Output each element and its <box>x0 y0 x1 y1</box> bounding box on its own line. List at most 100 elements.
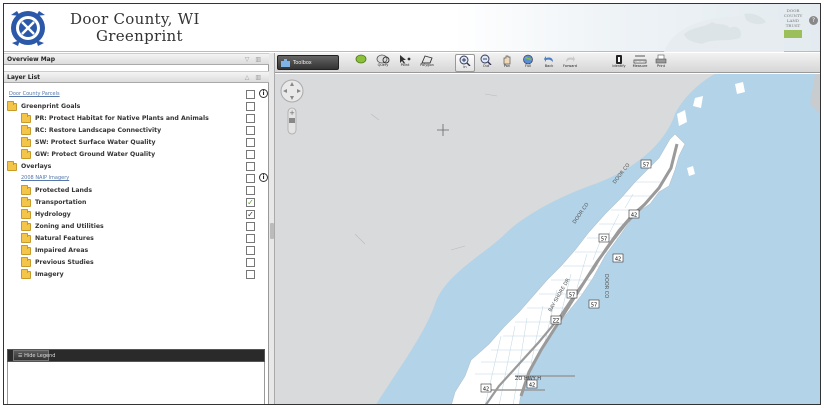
help-icon[interactable]: ? <box>809 16 818 25</box>
layer-visibility-checkbox[interactable] <box>246 126 255 135</box>
svg-text:42: 42 <box>615 257 621 263</box>
svg-text:42: 42 <box>529 383 535 389</box>
tool-label: In <box>463 65 467 69</box>
layer-label: Impaired Areas <box>35 247 89 254</box>
tool-label: Polygon <box>420 63 434 67</box>
layer-label[interactable]: Door County Parcels <box>9 91 60 97</box>
folder-icon[interactable] <box>21 113 31 123</box>
layer-visibility-checkbox[interactable] <box>246 162 255 171</box>
layer-row[interactable]: PR: Protect Habitat for Native Plants an… <box>4 113 269 125</box>
svg-text:57: 57 <box>591 303 597 309</box>
layer-row[interactable]: Zoning and Utilities <box>4 221 269 233</box>
road-shield: 57 <box>598 233 610 243</box>
layer-label[interactable]: 2008 NAIP Imagery <box>21 175 69 181</box>
overview-map-title: Overview Map <box>7 56 56 63</box>
folder-icon[interactable] <box>21 257 31 267</box>
layer-visibility-checkbox[interactable] <box>246 174 255 183</box>
folder-icon[interactable] <box>21 137 31 147</box>
identify-tool-button[interactable]: Identify <box>609 54 629 72</box>
full-tool-button[interactable]: Full <box>518 54 538 72</box>
panel-controls-icon[interactable]: △ ▥ <box>245 74 263 81</box>
back-tool-button[interactable]: Back <box>539 54 559 72</box>
road-name-label: ZO HWY H <box>515 376 541 382</box>
folder-icon[interactable] <box>21 125 31 135</box>
svg-text:ZZ: ZZ <box>553 319 560 325</box>
layer-visibility-checkbox[interactable] <box>246 222 255 231</box>
layer-visibility-checkbox[interactable] <box>246 90 255 99</box>
zoom-slider-thumb <box>289 118 295 123</box>
layer-row[interactable]: RC: Restore Landscape Connectivity <box>4 125 269 137</box>
point-tool-button[interactable]: Point <box>395 54 415 72</box>
layer-visibility-checkbox[interactable] <box>246 138 255 147</box>
app-title-line2: Greenprint <box>96 27 183 45</box>
layer-visibility-checkbox[interactable] <box>246 186 255 195</box>
layer-label: SW: Protect Surface Water Quality <box>35 139 156 146</box>
zoom-out-tool-button[interactable]: Out <box>476 54 496 72</box>
layers-tool-button[interactable] <box>351 54 371 72</box>
toolbox-icon <box>281 59 290 67</box>
toolbox-button[interactable]: Toolbox <box>277 55 339 70</box>
query-tool-button[interactable]: Query <box>373 54 393 72</box>
hide-legend-button[interactable]: ☰ Hide Legend <box>13 350 55 361</box>
layer-row[interactable]: Protected Lands <box>4 185 269 197</box>
layer-row[interactable]: Previous Studies <box>4 257 269 269</box>
tool-label: Pan <box>503 64 511 68</box>
folder-icon[interactable] <box>7 101 17 111</box>
layer-visibility-checkbox[interactable]: ✓ <box>246 198 255 207</box>
polygon-tool-button[interactable]: Polygon <box>417 54 437 72</box>
layer-visibility-checkbox[interactable] <box>246 150 255 159</box>
map-view[interactable]: 57 42 57 42 57 ZZ 57 42 42 DOOR CO BAY S… <box>275 74 820 405</box>
layer-row[interactable]: 2008 NAIP Imagery i <box>4 173 269 185</box>
layer-visibility-checkbox[interactable]: ✓ <box>246 210 255 219</box>
road-shield: 57 <box>566 289 578 299</box>
info-icon[interactable]: i <box>259 89 268 98</box>
info-icon[interactable]: i <box>259 173 268 182</box>
forward-tool-button[interactable]: Forward <box>560 54 580 72</box>
layer-label: Protected Lands <box>35 187 93 194</box>
folder-icon[interactable] <box>21 209 31 219</box>
layer-label: Transportation <box>35 199 87 206</box>
folder-icon[interactable] <box>21 221 31 231</box>
layer-row[interactable]: SW: Protect Surface Water Quality <box>4 137 269 149</box>
layer-visibility-checkbox[interactable] <box>246 102 255 111</box>
layer-visibility-checkbox[interactable] <box>246 114 255 123</box>
layer-visibility-checkbox[interactable] <box>246 246 255 255</box>
tool-label: Forward <box>562 64 578 68</box>
tool-label: Back <box>544 64 554 68</box>
layer-row[interactable]: Greenprint Goals <box>4 101 269 113</box>
pan-zoom-control[interactable]: + <box>279 78 305 138</box>
layer-visibility-checkbox[interactable] <box>246 270 255 279</box>
layer-row[interactable]: Hydrology ✓ <box>4 209 269 221</box>
folder-icon[interactable] <box>7 161 17 171</box>
folder-icon[interactable] <box>21 149 31 159</box>
folder-icon[interactable] <box>21 245 31 255</box>
globe-watermark-icon <box>664 13 784 52</box>
crosshair-cursor <box>437 124 449 136</box>
layer-list-header[interactable]: Layer List △ ▥ <box>4 71 269 83</box>
folder-icon[interactable] <box>21 197 31 207</box>
layer-row[interactable]: Impaired Areas <box>4 245 269 257</box>
splitter-grip-icon[interactable] <box>270 223 274 239</box>
layer-visibility-checkbox[interactable] <box>246 258 255 267</box>
folder-icon[interactable] <box>21 185 31 195</box>
map-canvas[interactable]: 57 42 57 42 57 ZZ 57 42 42 DOOR CO BAY S… <box>275 74 820 405</box>
left-panel: Overview Map ▽ ▥ Layer List △ ▥ Door Cou… <box>4 53 269 404</box>
measure-tool-button[interactable]: Measure <box>630 54 650 72</box>
folder-icon[interactable] <box>21 269 31 279</box>
print-tool-button[interactable]: Print <box>651 54 671 72</box>
tool-label: Out <box>482 64 490 68</box>
folder-icon[interactable] <box>21 233 31 243</box>
layer-row[interactable]: GW: Protect Ground Water Quality <box>4 149 269 161</box>
layer-row[interactable]: Transportation ✓ <box>4 197 269 209</box>
overview-map-header[interactable]: Overview Map ▽ ▥ <box>4 53 269 65</box>
layer-visibility-checkbox[interactable] <box>246 234 255 243</box>
panel-controls-icon[interactable]: ▽ ▥ <box>245 56 263 63</box>
layer-row[interactable]: Door County Parcels i <box>4 89 269 101</box>
pan-tool-button[interactable]: Pan <box>497 54 517 72</box>
layer-row[interactable]: Overlays <box>4 161 269 173</box>
zoom-in-tool-button[interactable]: In <box>455 54 475 72</box>
layer-label: GW: Protect Ground Water Quality <box>35 151 156 158</box>
layer-row[interactable]: Imagery <box>4 269 269 281</box>
layer-label: Imagery <box>35 271 64 278</box>
layer-row[interactable]: Natural Features <box>4 233 269 245</box>
